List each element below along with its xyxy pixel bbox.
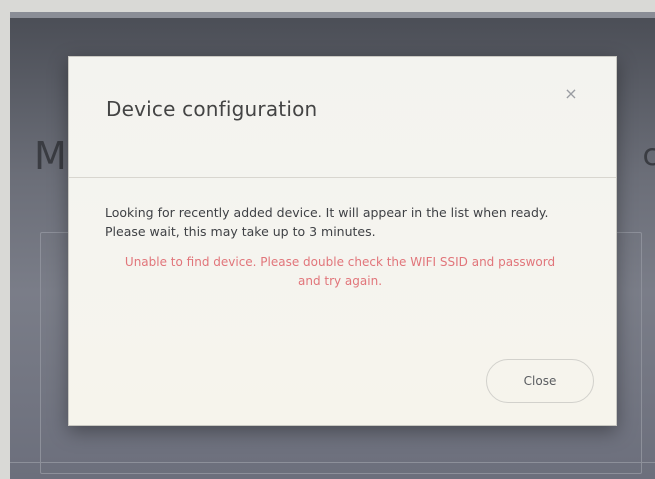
background-heading-fragment-left: M (34, 134, 67, 178)
status-message: Looking for recently added device. It wi… (105, 203, 575, 241)
dialog-title: Device configuration (106, 97, 318, 121)
dialog-header: Device configuration × (69, 57, 616, 178)
status-line-searching: Looking for recently added device. It wi… (105, 205, 549, 220)
dialog-body: Looking for recently added device. It wi… (105, 203, 575, 291)
close-button[interactable]: Close (486, 359, 594, 403)
close-icon[interactable]: × (562, 85, 580, 103)
browser-top-band (10, 12, 655, 18)
background-heading-fragment-right: c (642, 138, 655, 173)
status-line-wait: Please wait, this may take up to 3 minut… (105, 224, 376, 239)
error-line-1: Unable to find device. Please double che… (124, 255, 556, 269)
error-message: Unable to find device. Please double che… (105, 253, 575, 291)
device-configuration-dialog: Device configuration × Looking for recen… (68, 56, 617, 426)
background-divider (10, 462, 655, 463)
error-line-2: and try again. (297, 274, 383, 288)
